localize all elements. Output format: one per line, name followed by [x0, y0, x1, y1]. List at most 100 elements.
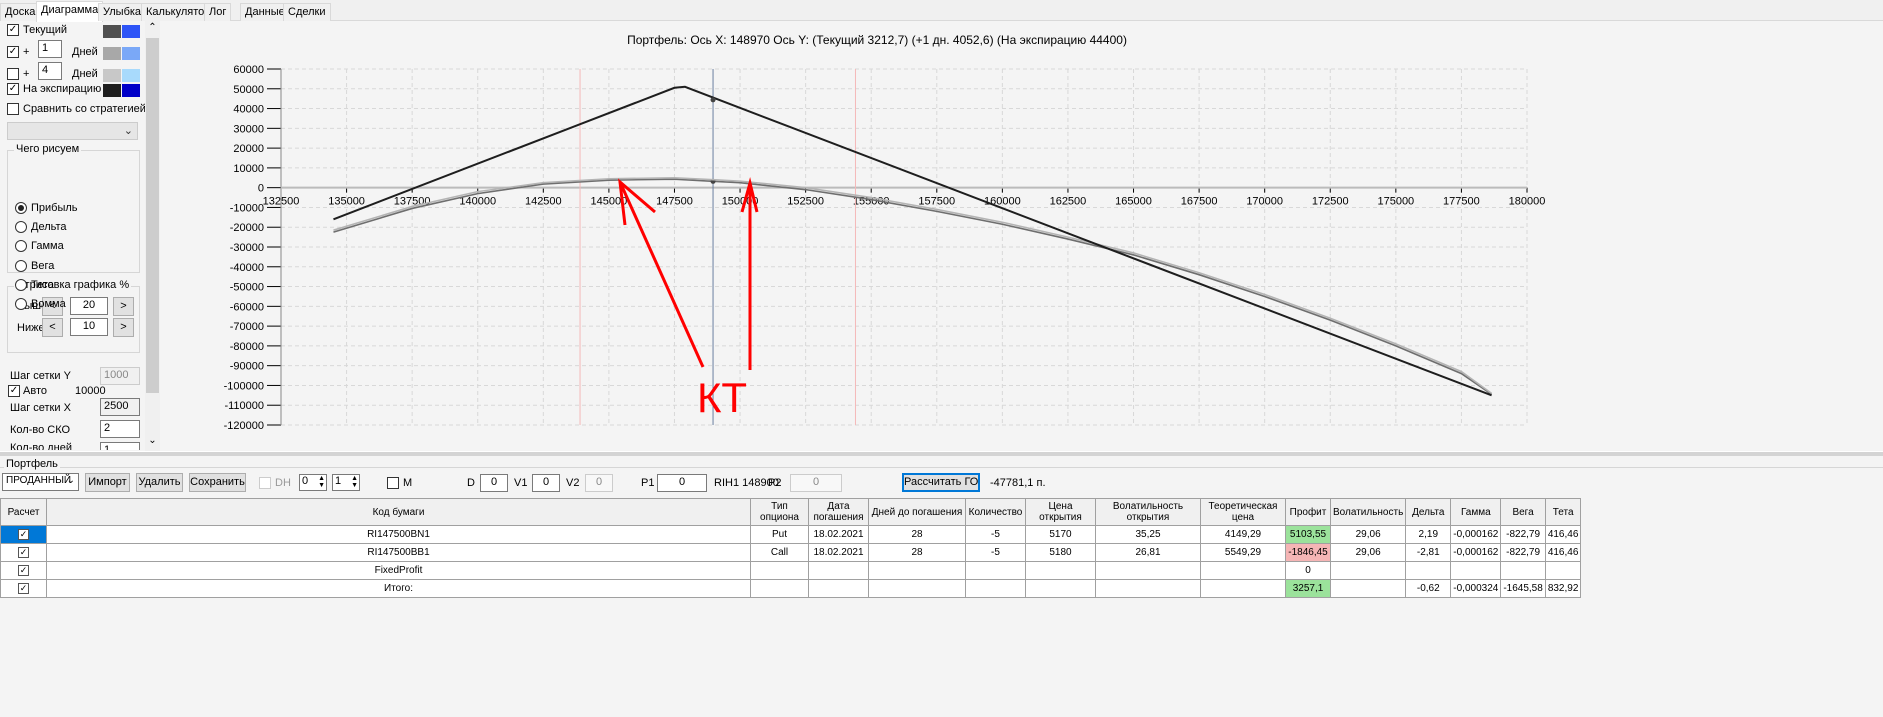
table-cell[interactable]: 4149,29 [1200, 525, 1286, 544]
below-increase-button[interactable]: > [113, 318, 134, 337]
column-header[interactable]: Дней до погашения [868, 498, 966, 526]
table-cell[interactable] [1025, 561, 1096, 580]
table-cell[interactable] [1095, 561, 1201, 580]
table-cell[interactable] [1329, 579, 1407, 598]
table-cell[interactable] [808, 579, 869, 598]
v1-input[interactable]: 0 [532, 474, 560, 492]
compare-checkbox[interactable] [7, 103, 19, 115]
plus2-color-swatch[interactable] [103, 69, 121, 82]
tab-log[interactable]: Лог [204, 3, 232, 21]
column-header[interactable]: Тип опциона [750, 498, 809, 526]
payoff-chart[interactable]: Портфель: Ось X: 148970 Ось Y: (Текущий … [160, 20, 1883, 450]
calc-cell[interactable]: ✓ [0, 543, 47, 562]
grid-x-input[interactable]: 2500 [100, 398, 140, 416]
calc-cell[interactable]: ✓ [0, 579, 47, 598]
p2-input[interactable]: 0 [790, 474, 842, 492]
below-decrease-button[interactable]: < [42, 318, 63, 337]
scroll-up-icon[interactable]: ⌃ [145, 22, 160, 33]
table-cell[interactable]: -1645,58 [1500, 579, 1546, 598]
plus1-color-swatch[interactable] [103, 47, 121, 60]
table-cell[interactable]: 29,06 [1329, 543, 1407, 562]
table-cell[interactable]: -0,000162 [1450, 543, 1502, 562]
table-cell[interactable] [1500, 561, 1546, 580]
plus2-checkbox[interactable] [7, 68, 19, 80]
table-cell[interactable]: 3257,1 [1285, 579, 1331, 598]
table-cell[interactable]: -2,81 [1405, 543, 1452, 562]
table-cell[interactable]: -5 [965, 543, 1026, 562]
save-button[interactable]: Сохранить [189, 473, 246, 492]
dh-checkbox[interactable] [259, 477, 271, 489]
table-cell[interactable]: 0 [1285, 561, 1331, 580]
table-row[interactable]: ✓ FixedProfit 0 [0, 561, 1582, 580]
table-cell[interactable]: Call [750, 543, 809, 562]
table-cell[interactable]: -1846,45 [1285, 543, 1331, 562]
delete-button[interactable]: Удалить [136, 473, 183, 492]
scroll-down-icon[interactable]: ⌄ [145, 435, 160, 446]
column-header[interactable]: Теоретическая цена [1200, 498, 1286, 526]
left-panel-scrollbar[interactable]: ⌃ ⌄ [145, 21, 160, 451]
calc-checkbox[interactable]: ✓ [18, 529, 29, 540]
splitter[interactable] [0, 451, 1883, 456]
table-cell[interactable] [868, 579, 966, 598]
table-cell[interactable] [750, 579, 809, 598]
column-header[interactable]: Дата погашения [808, 498, 869, 526]
expiry-color-swatch[interactable] [103, 84, 121, 97]
plus2-days-input[interactable]: 4 [38, 62, 62, 80]
calculate-go-button[interactable]: Рассчитать ГО [902, 473, 980, 492]
spinner-arrows-icon[interactable]: ▲ ▼ [351, 475, 358, 489]
table-cell[interactable] [1450, 561, 1502, 580]
table-cell[interactable]: 832,92 [1544, 579, 1582, 598]
plus2-color-swatch-alt[interactable] [122, 69, 140, 82]
table-cell[interactable]: 29,06 [1329, 525, 1407, 544]
table-cell[interactable] [868, 561, 966, 580]
table-cell[interactable]: 35,25 [1095, 525, 1201, 544]
table-cell[interactable] [750, 561, 809, 580]
below-input[interactable]: 10 [70, 318, 108, 336]
expiry-checkbox[interactable]: ✓ [7, 83, 19, 95]
table-cell[interactable] [1405, 561, 1452, 580]
table-cell[interactable]: -822,79 [1500, 543, 1546, 562]
calc-cell[interactable]: ✓ [0, 525, 47, 544]
days-count-input[interactable]: 1 [100, 442, 140, 450]
current-checkbox[interactable]: ✓ [7, 24, 19, 36]
table-cell[interactable] [808, 561, 869, 580]
plus1-days-input[interactable]: 1 [38, 40, 62, 58]
table-cell[interactable]: 28 [868, 525, 966, 544]
column-header[interactable]: Волатильность открытия [1095, 498, 1201, 526]
spinner-1[interactable]: 0 ▲ ▼ [299, 474, 327, 491]
table-cell[interactable]: 5170 [1025, 525, 1096, 544]
table-cell[interactable]: 416,46 [1544, 525, 1582, 544]
tab-deals[interactable]: Сделки [283, 3, 331, 21]
table-cell[interactable]: Put [750, 525, 809, 544]
column-header[interactable]: Профит [1285, 498, 1331, 526]
column-header[interactable]: Волатильность [1329, 498, 1407, 526]
current-color-swatch[interactable] [103, 25, 121, 38]
sko-input[interactable]: 2 [100, 420, 140, 438]
table-cell[interactable] [1200, 561, 1286, 580]
spinner-2[interactable]: 1 ▲ ▼ [332, 474, 360, 491]
scrollbar-thumb[interactable] [146, 38, 159, 393]
plus1-checkbox[interactable]: ✓ [7, 46, 19, 58]
above-input[interactable]: 20 [70, 297, 108, 315]
grid-y-input[interactable]: 1000 [100, 367, 140, 385]
table-cell[interactable]: -5 [965, 525, 1026, 544]
tab-smile[interactable]: Улыбка [98, 3, 147, 21]
table-cell[interactable]: Итого: [46, 579, 751, 598]
strategy-select[interactable]: ⌄ [7, 122, 138, 140]
table-cell[interactable] [1095, 579, 1201, 598]
table-cell[interactable]: -0,000162 [1450, 525, 1502, 544]
tab-diagram[interactable]: Диаграмма [36, 1, 104, 22]
mode-select[interactable]: ПРОДАННЫЙ ⌄ [2, 473, 79, 491]
table-cell[interactable]: 18.02.2021 [808, 525, 869, 544]
table-cell[interactable]: -822,79 [1500, 525, 1546, 544]
d-input[interactable]: 0 [480, 474, 508, 492]
column-header[interactable]: Расчет [0, 498, 47, 526]
table-row[interactable]: ✓ RI147500BB1 Call 18.02.2021 28 -5 5180 26,81 5… [0, 543, 1582, 562]
column-header[interactable]: Дельта [1405, 498, 1452, 526]
table-cell[interactable]: 28 [868, 543, 966, 562]
calc-checkbox[interactable]: ✓ [18, 547, 29, 558]
column-header[interactable]: Тета [1544, 498, 1582, 526]
column-header[interactable]: Количество [965, 498, 1026, 526]
table-cell[interactable]: 5180 [1025, 543, 1096, 562]
plus1-color-swatch-alt[interactable] [122, 47, 140, 60]
